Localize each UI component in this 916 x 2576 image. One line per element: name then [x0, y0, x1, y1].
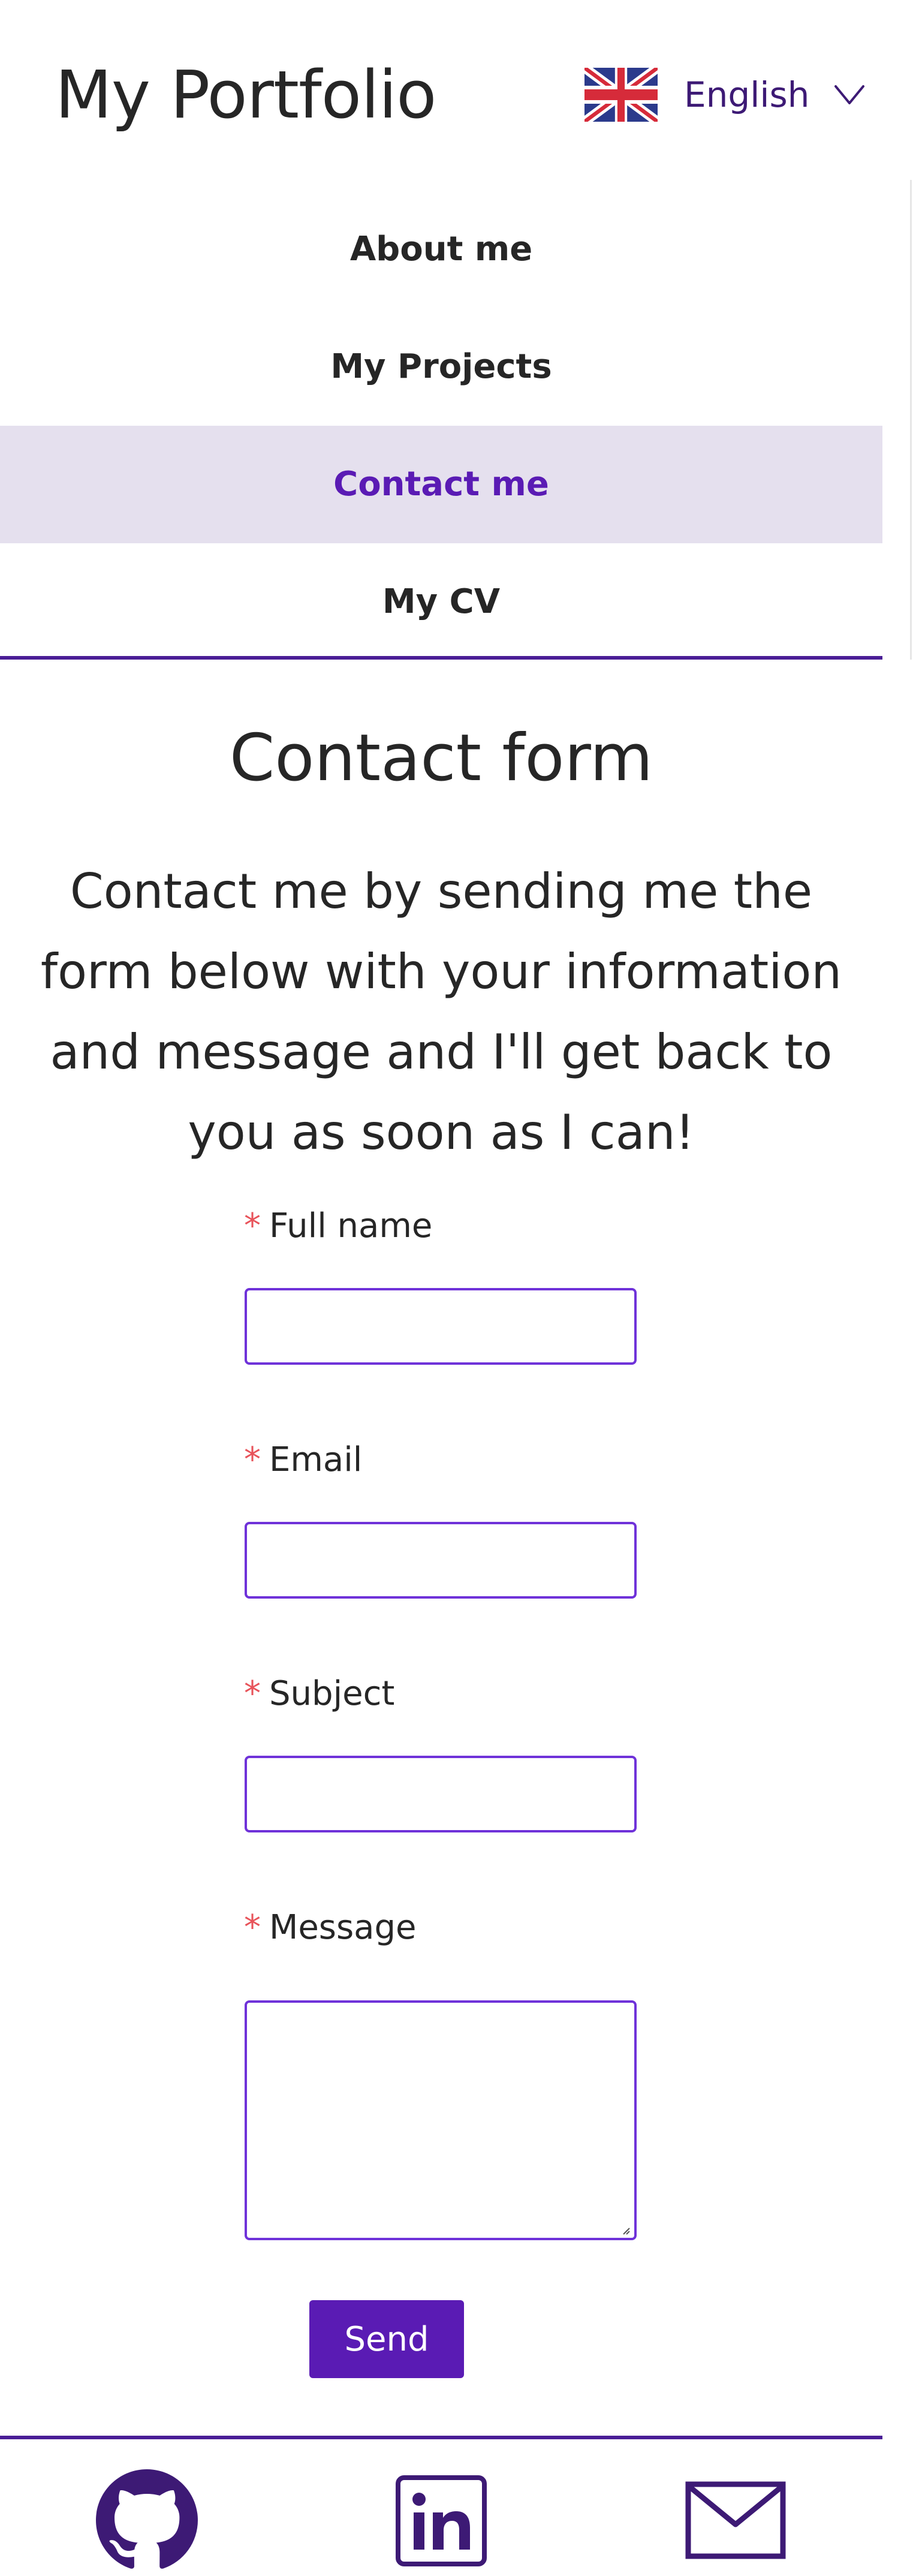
- uk-flag-icon: [584, 68, 658, 122]
- subject-label: * Subject: [244, 1673, 394, 1715]
- email-label: * Email: [244, 1439, 362, 1481]
- language-selector[interactable]: English: [584, 67, 866, 122]
- footer-divider: [0, 2436, 882, 2439]
- full-name-input[interactable]: [245, 1288, 637, 1365]
- nav-item-my-projects[interactable]: My Projects: [0, 308, 882, 426]
- required-marker: *: [244, 1440, 261, 1479]
- message-label: * Message: [244, 1907, 416, 1949]
- mail-link[interactable]: [685, 2481, 786, 2559]
- nav-item-my-cv[interactable]: My CV: [0, 543, 882, 661]
- linkedin-link[interactable]: [396, 2475, 487, 2566]
- subject-label-text: Subject: [269, 1674, 395, 1713]
- intro-text: Contact me by sending me the form below …: [40, 863, 842, 1160]
- required-marker: *: [244, 1674, 261, 1713]
- site-title: My Portfolio: [55, 56, 436, 133]
- email-input[interactable]: [245, 1522, 637, 1599]
- required-marker: *: [244, 1206, 261, 1245]
- subject-input[interactable]: [245, 1756, 637, 1832]
- nav-divider: [0, 656, 882, 660]
- resize-grip-icon[interactable]: [621, 2226, 631, 2235]
- send-button[interactable]: Send: [309, 2300, 464, 2378]
- github-icon: [96, 2469, 198, 2569]
- mail-icon: [685, 2481, 786, 2559]
- language-label: English: [684, 74, 810, 115]
- page-title: Contact form: [229, 721, 653, 796]
- chevron-down-icon: [834, 85, 865, 104]
- main-nav: About me My Projects Contact me My CV: [0, 191, 916, 661]
- message-label-text: Message: [269, 1908, 417, 1947]
- full-name-label: * Full name: [244, 1205, 432, 1247]
- message-textarea[interactable]: [245, 2000, 637, 2240]
- nav-item-contact-me[interactable]: Contact me: [0, 426, 882, 543]
- full-name-label-text: Full name: [269, 1206, 433, 1245]
- required-marker: *: [244, 1908, 261, 1947]
- linkedin-icon: [396, 2475, 487, 2566]
- site-header: My Portfolio English: [0, 0, 916, 192]
- github-link[interactable]: [96, 2469, 198, 2571]
- nav-item-about-me[interactable]: About me: [0, 191, 882, 308]
- email-label-text: Email: [269, 1440, 363, 1479]
